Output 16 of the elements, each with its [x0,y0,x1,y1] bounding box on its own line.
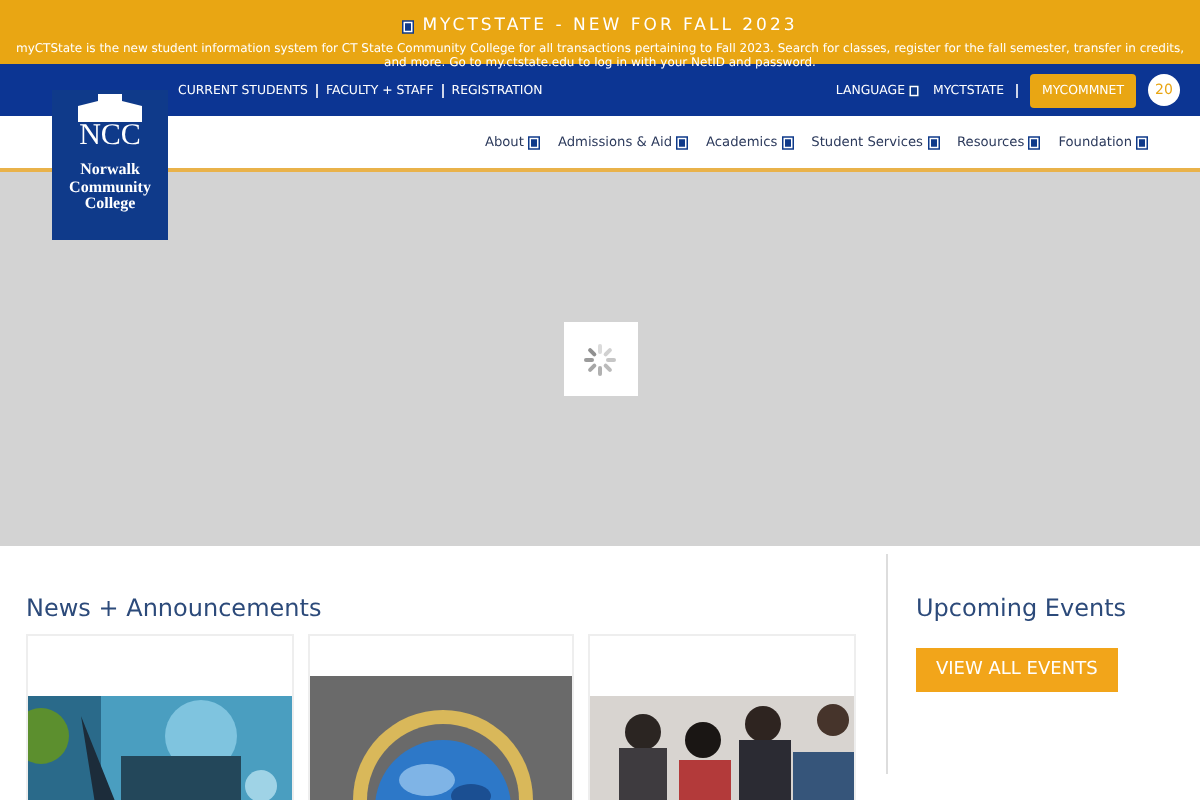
section-title: News + Announcements [26,594,324,622]
loading-icon [582,341,618,377]
logo-name: Norwalk Community College [67,162,153,213]
alert-title: MYCTSTATE - NEW FOR FALL 2023 [422,18,798,36]
dropdown-icon [927,135,939,149]
dropdown-icon [527,135,540,149]
news-card[interactable] [26,634,294,800]
section-title: Upcoming Events [916,594,1129,622]
dropdown-icon [1028,135,1041,149]
dropdown-icon [1136,135,1148,149]
logo-initials: NCC [79,122,141,152]
dropdown-icon [781,135,794,149]
dropdown-icon [676,135,689,149]
dropdown-icon [402,20,415,34]
news-card[interactable] [588,634,857,800]
dropdown-icon [908,83,921,97]
